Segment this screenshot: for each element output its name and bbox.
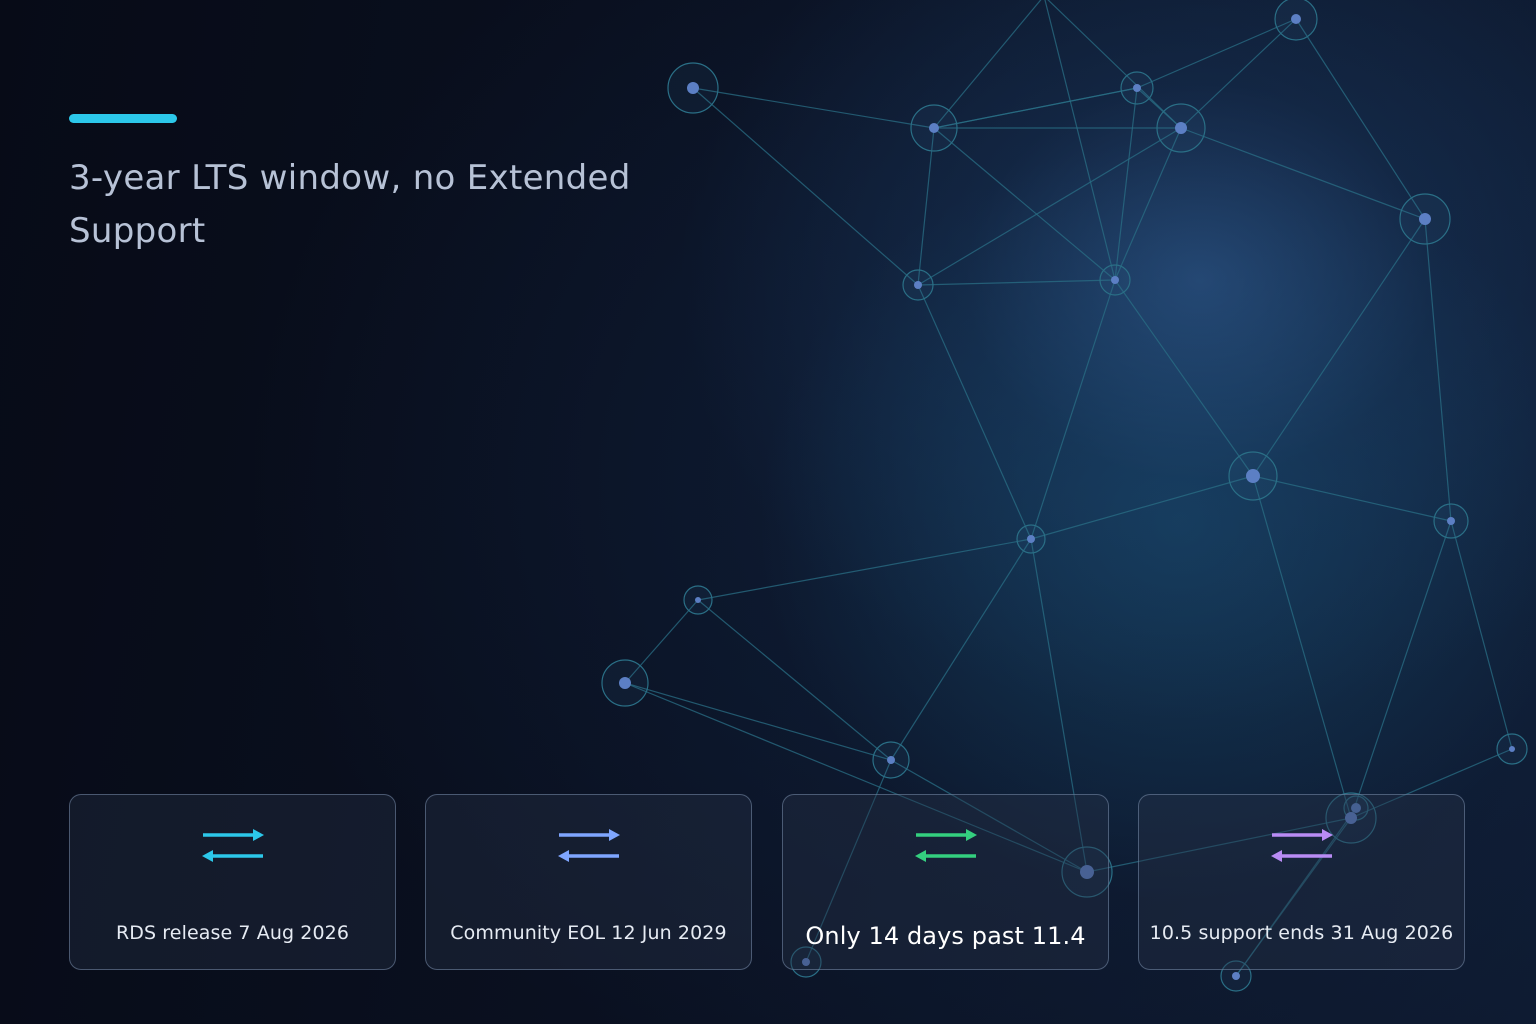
network-edge [692,87,935,129]
card-label: Only 14 days past 11.4 [805,922,1086,950]
network-edge [1114,279,1254,477]
network-edge [1252,475,1452,522]
network-node [1496,733,1528,765]
accent-bar [69,114,177,123]
network-node [1156,103,1206,153]
swap-arrows-icon [914,829,977,862]
network-edge [1030,475,1254,540]
network-node [683,585,713,615]
network-edge [917,127,935,286]
network-node [667,62,719,114]
network-edge [933,127,1116,281]
network-edge [624,682,892,761]
network-node [601,659,649,707]
network-edge [890,538,1032,761]
network-node [1016,524,1046,554]
swap-arrows-icon [201,829,264,862]
card-label: Community EOL 12 Jun 2029 [450,922,727,944]
network-edge [1047,0,1182,129]
network-edge [933,0,1042,129]
network-node [1120,71,1154,105]
swap-arrows-icon [557,829,620,862]
slide: 3-year LTS window, no Extended Support R… [0,0,1536,1024]
card-label: RDS release 7 Aug 2026 [115,922,350,944]
network-edge [1136,18,1297,89]
network-edge [933,87,1138,129]
network-edge [692,87,919,286]
network-edge [917,279,1116,286]
network-edge [917,284,1032,540]
network-node [910,104,958,152]
card-support-ends: 10.5 support ends 31 Aug 2026 [1138,794,1465,970]
card-days-past: Only 14 days past 11.4 [782,794,1109,970]
network-edge [1424,218,1452,522]
network-edge [1450,520,1513,750]
network-edge [1252,475,1352,819]
network-edge [1252,218,1426,477]
network-node [1228,451,1278,501]
network-edge [697,599,892,761]
page-title: 3-year LTS window, no Extended Support [69,158,631,251]
card-community-eol: Community EOL 12 Jun 2029 [425,794,752,970]
network-node [872,741,910,779]
network-node [1399,193,1451,245]
network-node [1099,264,1131,296]
network-edge [1180,127,1426,220]
network-edge [697,538,1032,601]
swap-arrows-icon [1270,829,1333,862]
network-edge [1114,127,1182,281]
network-edge [917,127,1182,286]
network-edge [1044,0,1116,281]
card-rds-release: RDS release 7 Aug 2026 [69,794,396,970]
network-edge [1295,18,1426,220]
network-edge [1030,279,1116,540]
card-label: 10.5 support ends 31 Aug 2026 [1149,922,1454,944]
network-edge [1350,520,1452,819]
network-edge [1114,87,1138,281]
network-node [1274,0,1318,41]
network-node [1433,503,1469,539]
network-node [902,269,934,301]
